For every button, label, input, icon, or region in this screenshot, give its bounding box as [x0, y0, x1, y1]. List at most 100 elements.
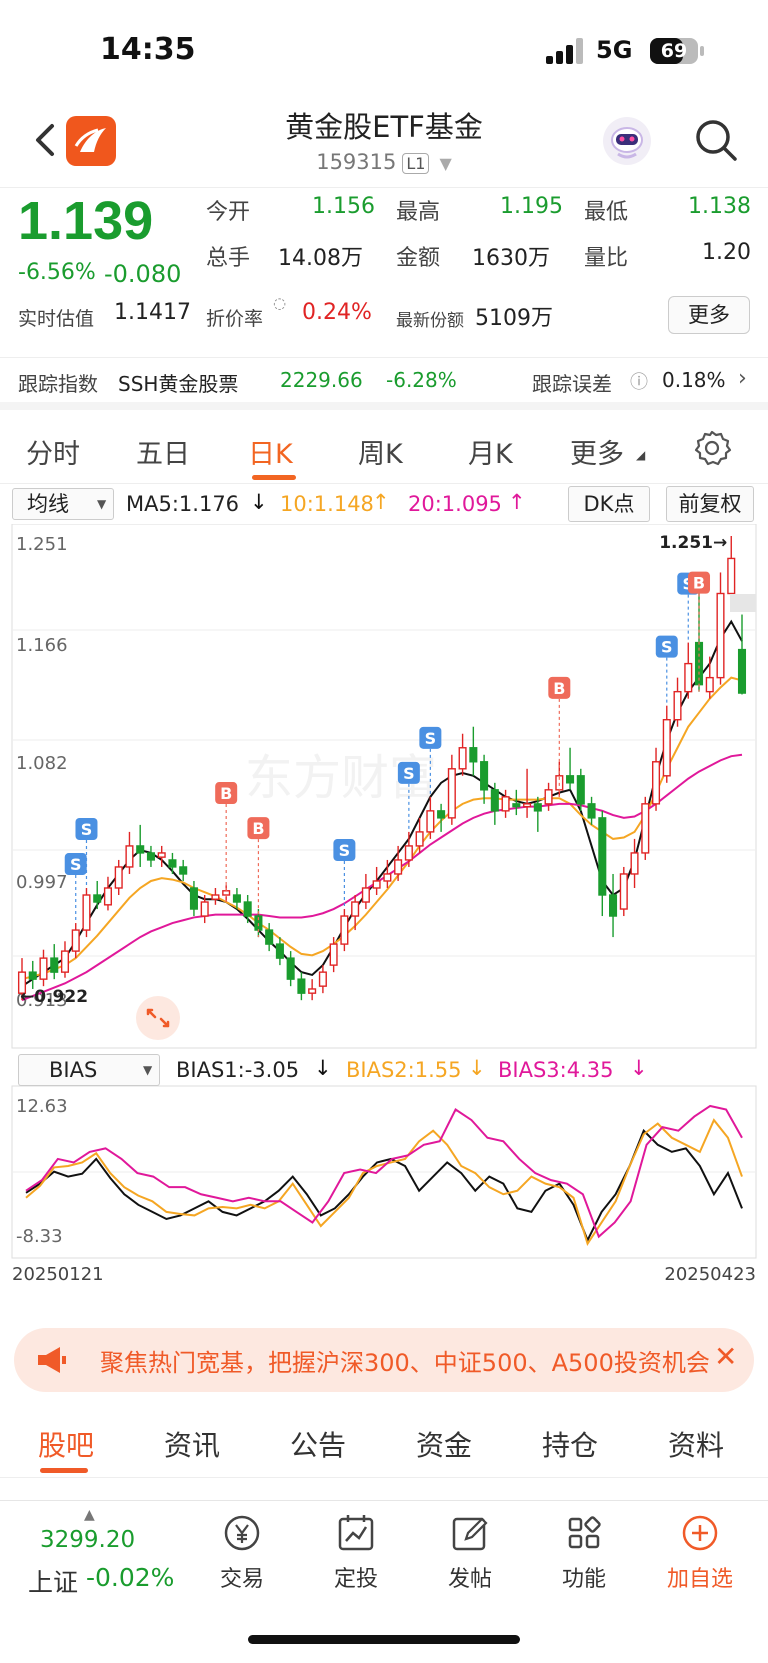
adjust-button[interactable]: 前复权 — [666, 486, 754, 522]
candle-body — [383, 873, 392, 882]
tab-funds[interactable]: 资金 — [416, 1424, 472, 1464]
status-time: 14:35 — [100, 32, 196, 67]
arrow-down-icon: ↓ — [630, 1056, 648, 1080]
plus-circle-icon — [682, 1515, 718, 1551]
candle-body — [662, 719, 671, 777]
premium-value: 0.24% — [302, 300, 372, 325]
sh-index-value[interactable]: 3299.20 — [40, 1527, 135, 1553]
tab-guba[interactable]: 股吧 — [38, 1424, 94, 1464]
ratio-label: 量比 — [584, 246, 629, 271]
tab-announcement[interactable]: 公告 — [290, 1424, 346, 1464]
search-icon[interactable] — [692, 116, 740, 164]
candle-body — [651, 761, 661, 805]
candle-body — [705, 676, 714, 693]
ma20-value: 20:1.095 — [408, 492, 502, 516]
trade-button[interactable]: 交易 — [202, 1511, 282, 1611]
candle-body — [351, 901, 360, 917]
signal-icon — [546, 38, 586, 64]
add-watchlist-label: 加自选 — [666, 1567, 733, 1592]
signal-label: S — [339, 841, 351, 860]
tab-more[interactable]: 更多 — [570, 432, 624, 471]
signal-label: S — [661, 638, 673, 657]
gear-icon[interactable] — [692, 428, 732, 468]
promo-banner[interactable]: 聚焦热门宽基，把握沪深300、中证500、A500投资机会 ✕ — [14, 1328, 754, 1392]
fixed-invest-label: 定投 — [333, 1567, 378, 1592]
arrow-up-icon: ↑ — [508, 490, 526, 514]
low-label: 最低 — [584, 200, 629, 225]
stock-header: 黄金股ETF基金 159315 L1 ▼ — [0, 100, 768, 188]
expand-icon[interactable] — [136, 996, 180, 1040]
caret-up-icon: ▲ — [84, 1507, 95, 1523]
close-icon[interactable]: ✕ — [714, 1340, 744, 1373]
candle-body — [157, 852, 166, 858]
ma10-value: 10:1.148 — [280, 492, 374, 516]
track-index-value: 2229.66 — [280, 368, 363, 392]
ma5-value: MA5:1.176 — [126, 492, 240, 516]
tab-weekly-k[interactable]: 周K — [358, 432, 403, 471]
bias-line-bias2 — [25, 1118, 743, 1246]
add-watchlist-button[interactable]: 加自选 — [660, 1511, 740, 1611]
candle-body — [136, 845, 145, 854]
tab-holdings[interactable]: 持仓 — [542, 1424, 598, 1464]
premium-label: 折价率 — [206, 308, 264, 330]
dropdown-arrow-icon: ▼ — [143, 1063, 153, 1077]
candle-body — [609, 894, 618, 917]
ratio-value: 1.20 — [702, 240, 751, 265]
active-content-tab-indicator — [40, 1468, 88, 1473]
grid-icon — [568, 1516, 601, 1549]
candle-body — [28, 971, 37, 980]
chart-calendar-icon — [338, 1515, 374, 1551]
candle-body — [673, 690, 682, 721]
dk-point-label: DK点 — [583, 492, 635, 516]
network-type: 5G — [596, 36, 633, 64]
tab-profile[interactable]: 资料 — [668, 1424, 724, 1464]
shares-value: 5109万 — [475, 306, 553, 331]
candle-body — [469, 747, 478, 763]
dk-point-button[interactable]: DK点 — [568, 486, 650, 522]
arrow-down-icon: ↓ — [250, 490, 268, 514]
candle-body — [426, 810, 435, 833]
candle-body — [566, 775, 575, 784]
signal-label: B — [220, 784, 232, 803]
more-button[interactable]: 更多 — [668, 296, 750, 334]
candle-body — [437, 810, 446, 819]
price-chart[interactable]: 东方财富 1.2511.1661.0820.9970.913 SSBBSSSBS… — [0, 524, 768, 1304]
change-amount: -0.080 — [104, 260, 182, 288]
adjust-label: 前复权 — [678, 492, 742, 516]
candle-body — [329, 943, 338, 966]
tab-five-day[interactable]: 五日 — [136, 432, 190, 471]
bias-y-tick-label: 12.63 — [16, 1096, 68, 1117]
track-index-change: -6.28% — [386, 368, 457, 392]
tracking-row[interactable]: 跟踪指数 SSH黄金股票 2229.66 -6.28% 跟踪误差 ⓘ 0.18%… — [0, 358, 768, 410]
candle-body — [39, 957, 48, 980]
post-button[interactable]: 发帖 — [430, 1511, 510, 1611]
info-icon[interactable]: ◌ — [273, 294, 286, 312]
candle-body — [93, 894, 102, 903]
tab-monthly-k[interactable]: 月K — [468, 432, 513, 471]
ai-assistant-icon[interactable] — [600, 114, 654, 168]
functions-button[interactable]: 功能 — [544, 1511, 624, 1611]
signal-label: S — [425, 729, 437, 748]
candle-body — [103, 887, 113, 906]
tab-intraday[interactable]: 分时 — [26, 432, 80, 471]
candle-body — [512, 803, 521, 808]
help-icon[interactable]: ⓘ — [630, 368, 648, 394]
candle-body — [480, 761, 489, 791]
trade-label: 交易 — [219, 1567, 264, 1592]
sh-index-change: -0.02% — [86, 1563, 175, 1592]
bias-select[interactable]: BIAS ▼ — [18, 1054, 160, 1086]
tab-news[interactable]: 资讯 — [164, 1424, 220, 1464]
triangle-icon: ◢ — [636, 448, 646, 462]
candle-body — [587, 803, 596, 819]
candle-body — [200, 901, 209, 917]
fixed-invest-button[interactable]: 定投 — [316, 1511, 396, 1611]
indicator-select[interactable]: 均线 ▼ — [12, 488, 114, 520]
candle-body — [318, 971, 327, 987]
tab-daily-k[interactable]: 日K — [248, 432, 293, 471]
y-tick-label: 1.251 — [16, 534, 68, 555]
candle-body — [737, 648, 747, 694]
bias-y-tick-label: -8.33 — [16, 1226, 63, 1247]
bias-select-value: BIAS — [49, 1058, 98, 1082]
candle-body — [361, 887, 370, 903]
candle-body — [447, 768, 456, 819]
